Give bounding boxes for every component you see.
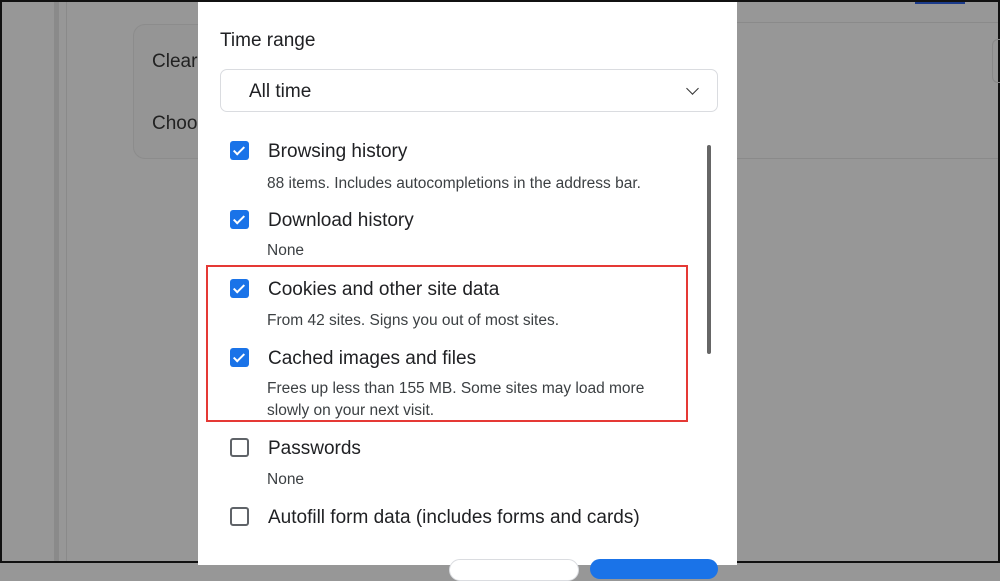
- background-divider: [54, 2, 59, 561]
- option-description: None: [267, 242, 305, 259]
- option-title: Browsing history: [268, 141, 408, 162]
- background-divider: [737, 158, 998, 159]
- background-divider: [66, 2, 67, 561]
- clear-browsing-data-dialog: Time range All time Browsing history 88 …: [198, 2, 737, 581]
- option-title: Passwords: [268, 438, 361, 459]
- time-range-select[interactable]: All time: [220, 69, 718, 112]
- checkbox-checked[interactable]: [230, 141, 249, 160]
- background-choose-text: Choo: [152, 113, 198, 134]
- option-title: Download history: [268, 210, 414, 231]
- background-link: [915, 2, 965, 4]
- time-range-label: Time range: [220, 30, 316, 51]
- checkbox-unchecked[interactable]: [230, 438, 249, 457]
- checkbox-unchecked[interactable]: [230, 507, 249, 526]
- option-description: 88 items. Includes autocompletions in th…: [267, 175, 641, 192]
- highlight-box: [206, 265, 688, 422]
- delete-data-button[interactable]: [590, 559, 718, 579]
- chevron-down-icon: [686, 82, 699, 95]
- cancel-button[interactable]: [449, 559, 579, 581]
- option-title: Autofill form data (includes forms and c…: [268, 507, 640, 528]
- option-description: None: [267, 471, 305, 488]
- background-clear-text: Clear: [152, 51, 198, 72]
- scrollbar[interactable]: [707, 145, 711, 354]
- checkbox-checked[interactable]: [230, 210, 249, 229]
- background-button: [992, 39, 1000, 83]
- background-divider: [737, 22, 998, 23]
- time-range-value: All time: [249, 81, 312, 102]
